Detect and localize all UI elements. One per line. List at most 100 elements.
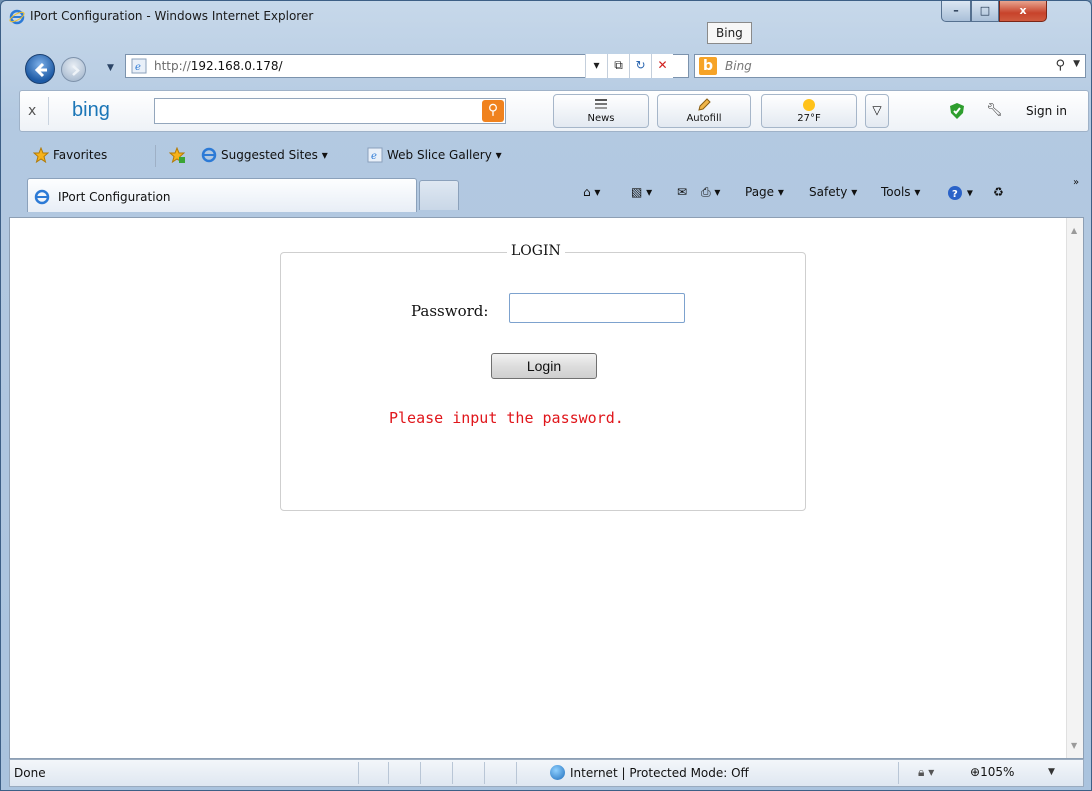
compatibility-icon[interactable]: ⧉ bbox=[607, 54, 629, 78]
news-button[interactable]: News bbox=[553, 94, 649, 128]
favorites-button[interactable]: Favorites bbox=[33, 147, 107, 163]
tab-iport-configuration[interactable]: IPort Configuration bbox=[27, 178, 417, 212]
url-text[interactable]: http://192.168.0.178/ bbox=[154, 59, 283, 73]
url-prefix: http:// bbox=[154, 59, 191, 73]
security-zone[interactable]: Internet | Protected Mode: Off bbox=[550, 765, 749, 780]
password-label: Password: bbox=[411, 302, 489, 320]
web-slice-gallery-link[interactable]: e Web Slice Gallery ▾ bbox=[367, 147, 502, 163]
ie-logo-icon bbox=[9, 9, 25, 25]
protected-mode-icon[interactable]: 🔒︎ ▾ bbox=[918, 765, 934, 780]
suggested-sites-label: Suggested Sites ▾ bbox=[221, 148, 328, 162]
divider bbox=[420, 762, 421, 784]
password-input[interactable] bbox=[509, 293, 685, 323]
autofill-button[interactable]: Autofill bbox=[657, 94, 751, 128]
tab-row: IPort Configuration ⌂ ▾ ▧ ▾ ✉ ⎙ ▾ Page ▾… bbox=[19, 175, 1089, 213]
safety-menu[interactable]: Safety ▾ bbox=[809, 185, 857, 199]
forward-button[interactable] bbox=[61, 57, 86, 82]
svg-text:e: e bbox=[135, 62, 141, 73]
tools-menu[interactable]: Tools ▾ bbox=[881, 185, 920, 199]
search-box[interactable]: b Bing ⚲ ▼ bbox=[694, 54, 1086, 78]
bing-search-button[interactable]: ⚲ bbox=[482, 100, 504, 122]
status-text: Done bbox=[14, 766, 46, 780]
page-menu-label: Page bbox=[745, 185, 775, 199]
tooltip: Bing bbox=[707, 22, 752, 44]
star-icon bbox=[33, 147, 49, 163]
shield-icon[interactable] bbox=[950, 103, 964, 119]
mail-icon[interactable]: ✉ bbox=[677, 185, 687, 199]
minimize-button[interactable]: – bbox=[941, 1, 971, 22]
tab-label: IPort Configuration bbox=[58, 190, 171, 204]
tools-menu-label: Tools bbox=[881, 185, 911, 199]
favorites-label: Favorites bbox=[53, 148, 108, 162]
news-label: News bbox=[587, 113, 615, 124]
address-buttons: ▾ ⧉ ↻ ✕ bbox=[585, 54, 673, 78]
weather-button[interactable]: 27°F bbox=[761, 94, 857, 128]
page-menu[interactable]: Page ▾ bbox=[745, 185, 784, 199]
web-slice-gallery-label: Web Slice Gallery ▾ bbox=[387, 148, 502, 162]
autofill-label: Autofill bbox=[686, 113, 722, 124]
back-button[interactable] bbox=[25, 54, 55, 84]
stop-icon[interactable]: ✕ bbox=[651, 54, 673, 78]
globe-icon bbox=[550, 765, 565, 780]
pencil-icon bbox=[698, 98, 711, 111]
weather-label: 27°F bbox=[797, 113, 821, 124]
wrench-icon[interactable]: 🔧︎ bbox=[986, 103, 1003, 118]
bing-search-input[interactable] bbox=[154, 98, 506, 124]
login-button[interactable]: Login bbox=[491, 353, 597, 379]
favorites-bar: Favorites Suggested Sites ▾ e Web Slice … bbox=[19, 141, 1089, 171]
add-favorite-icon bbox=[169, 147, 185, 163]
add-favorite-button[interactable] bbox=[169, 147, 185, 163]
sun-icon bbox=[803, 99, 815, 111]
research-icon[interactable]: ♻︎ bbox=[993, 185, 1004, 199]
page-icon: e bbox=[367, 147, 383, 163]
svg-text:e: e bbox=[371, 151, 377, 162]
chevron-more-icon[interactable]: » bbox=[1073, 177, 1079, 188]
help-circle-icon: ? bbox=[948, 186, 962, 200]
more-tools-icon[interactable]: ▽ bbox=[865, 94, 889, 128]
home-icon[interactable]: ⌂ ▾ bbox=[583, 185, 600, 199]
arrow-right-icon bbox=[72, 65, 80, 76]
help-icon[interactable]: ? ▾ bbox=[947, 185, 973, 201]
address-dropdown-icon[interactable]: ▾ bbox=[585, 54, 607, 78]
print-icon[interactable]: ⎙ ▾ bbox=[701, 185, 720, 200]
scroll-up-icon[interactable]: ▲ bbox=[1071, 226, 1077, 235]
divider bbox=[452, 762, 453, 784]
ie-logo-icon bbox=[34, 189, 50, 205]
bing-bar: x bing ⚲ News Autofill 27°F ▽ � bbox=[19, 90, 1089, 132]
login-legend: LOGIN bbox=[507, 243, 565, 259]
url-host: 192.168.0.178/ bbox=[190, 59, 283, 73]
scroll-down-icon[interactable]: ▼ bbox=[1071, 741, 1077, 750]
zoom-control[interactable]: ⊕105% bbox=[970, 765, 1014, 779]
title-bar: IPort Configuration - Windows Internet E… bbox=[1, 1, 1091, 44]
ie-logo-icon bbox=[201, 147, 217, 163]
sign-in-link[interactable]: Sign in bbox=[1026, 104, 1067, 118]
refresh-icon[interactable]: ↻ bbox=[629, 54, 651, 78]
maximize-button[interactable]: □ bbox=[971, 1, 999, 22]
svg-text:?: ? bbox=[952, 189, 958, 200]
divider bbox=[358, 762, 359, 784]
zoom-dropdown-icon[interactable]: ▼ bbox=[1048, 767, 1055, 777]
new-tab-button[interactable] bbox=[419, 180, 459, 210]
zoom-label: 105% bbox=[980, 765, 1015, 779]
vertical-scrollbar[interactable]: ▲ ▼ bbox=[1066, 218, 1083, 758]
search-placeholder: Bing bbox=[725, 59, 752, 73]
search-dropdown-icon[interactable]: ▼ bbox=[1073, 59, 1080, 69]
safety-menu-label: Safety bbox=[809, 185, 848, 199]
close-button[interactable]: x bbox=[999, 1, 1047, 22]
status-bar: Done Internet | Protected Mode: Off 🔒︎ ▾… bbox=[9, 759, 1084, 787]
bing-logo[interactable]: bing bbox=[72, 99, 110, 122]
bing-logo-icon: b bbox=[699, 57, 717, 75]
search-icon[interactable]: ⚲ bbox=[1055, 58, 1065, 73]
divider bbox=[48, 97, 49, 125]
bing-bar-close-icon[interactable]: x bbox=[28, 103, 36, 119]
feeds-icon[interactable]: ▧ ▾ bbox=[631, 185, 652, 199]
suggested-sites-link[interactable]: Suggested Sites ▾ bbox=[201, 147, 328, 163]
divider bbox=[484, 762, 485, 784]
page-icon: e bbox=[131, 58, 147, 74]
divider bbox=[516, 762, 517, 784]
login-fieldset: LOGIN Password: Login Please input the p… bbox=[280, 243, 806, 511]
history-dropdown-icon[interactable]: ▼ bbox=[107, 63, 114, 73]
page-content: LOGIN Password: Login Please input the p… bbox=[9, 217, 1084, 759]
browser-window: IPort Configuration - Windows Internet E… bbox=[0, 0, 1092, 791]
zone-label: Internet | Protected Mode: Off bbox=[570, 765, 749, 780]
